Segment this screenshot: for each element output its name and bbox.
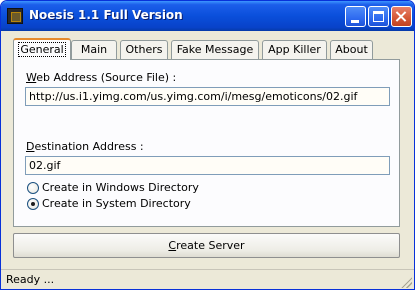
tab-main[interactable]: Main <box>71 40 117 59</box>
tab-others-label: Others <box>125 43 163 56</box>
app-icon[interactable] <box>7 8 23 24</box>
radio-windows-directory-button[interactable] <box>27 182 39 194</box>
tab-general[interactable]: General <box>13 38 71 60</box>
close-button[interactable] <box>391 6 412 27</box>
tab-about[interactable]: About <box>330 40 373 59</box>
destination-address-input[interactable]: 02.gif <box>25 156 390 175</box>
tab-fake-message-label: Fake Message <box>176 43 254 56</box>
resize-grip-icon[interactable] <box>400 276 412 288</box>
tab-others[interactable]: Others <box>120 40 168 59</box>
status-bar: Ready ... <box>1 269 414 289</box>
destination-address-label: Destination Address : <box>26 140 144 153</box>
tab-about-label: About <box>335 43 368 56</box>
web-address-input[interactable]: http://us.i1.yimg.com/us.yimg.com/i/mesg… <box>25 87 390 106</box>
minimize-button[interactable] <box>345 6 366 27</box>
tab-app-killer-label: App Killer <box>268 43 321 56</box>
general-tab-panel: Web Address (Source File) : http://us.i1… <box>13 59 400 227</box>
main-window: Noesis 1.1 Full Version General Main Oth… <box>0 0 415 290</box>
tab-main-label: Main <box>80 43 108 56</box>
title-bar[interactable]: Noesis 1.1 Full Version <box>1 1 414 31</box>
window-title: Noesis 1.1 Full Version <box>29 8 183 22</box>
close-icon <box>392 7 411 26</box>
tab-app-killer[interactable]: App Killer <box>262 40 327 59</box>
minimize-icon <box>351 20 359 23</box>
web-address-label: Web Address (Source File) : <box>26 71 177 84</box>
maximize-icon <box>373 11 384 22</box>
radio-windows-directory-label: Create in Windows Directory <box>42 181 199 194</box>
radio-system-directory-label: Create in System Directory <box>42 197 191 210</box>
create-server-button[interactable]: Create Server <box>13 233 400 258</box>
maximize-button[interactable] <box>368 6 389 27</box>
status-text: Ready ... <box>6 273 55 286</box>
radio-system-directory-button[interactable] <box>27 198 39 210</box>
tab-general-label: General <box>18 42 66 57</box>
tab-fake-message[interactable]: Fake Message <box>171 40 259 59</box>
